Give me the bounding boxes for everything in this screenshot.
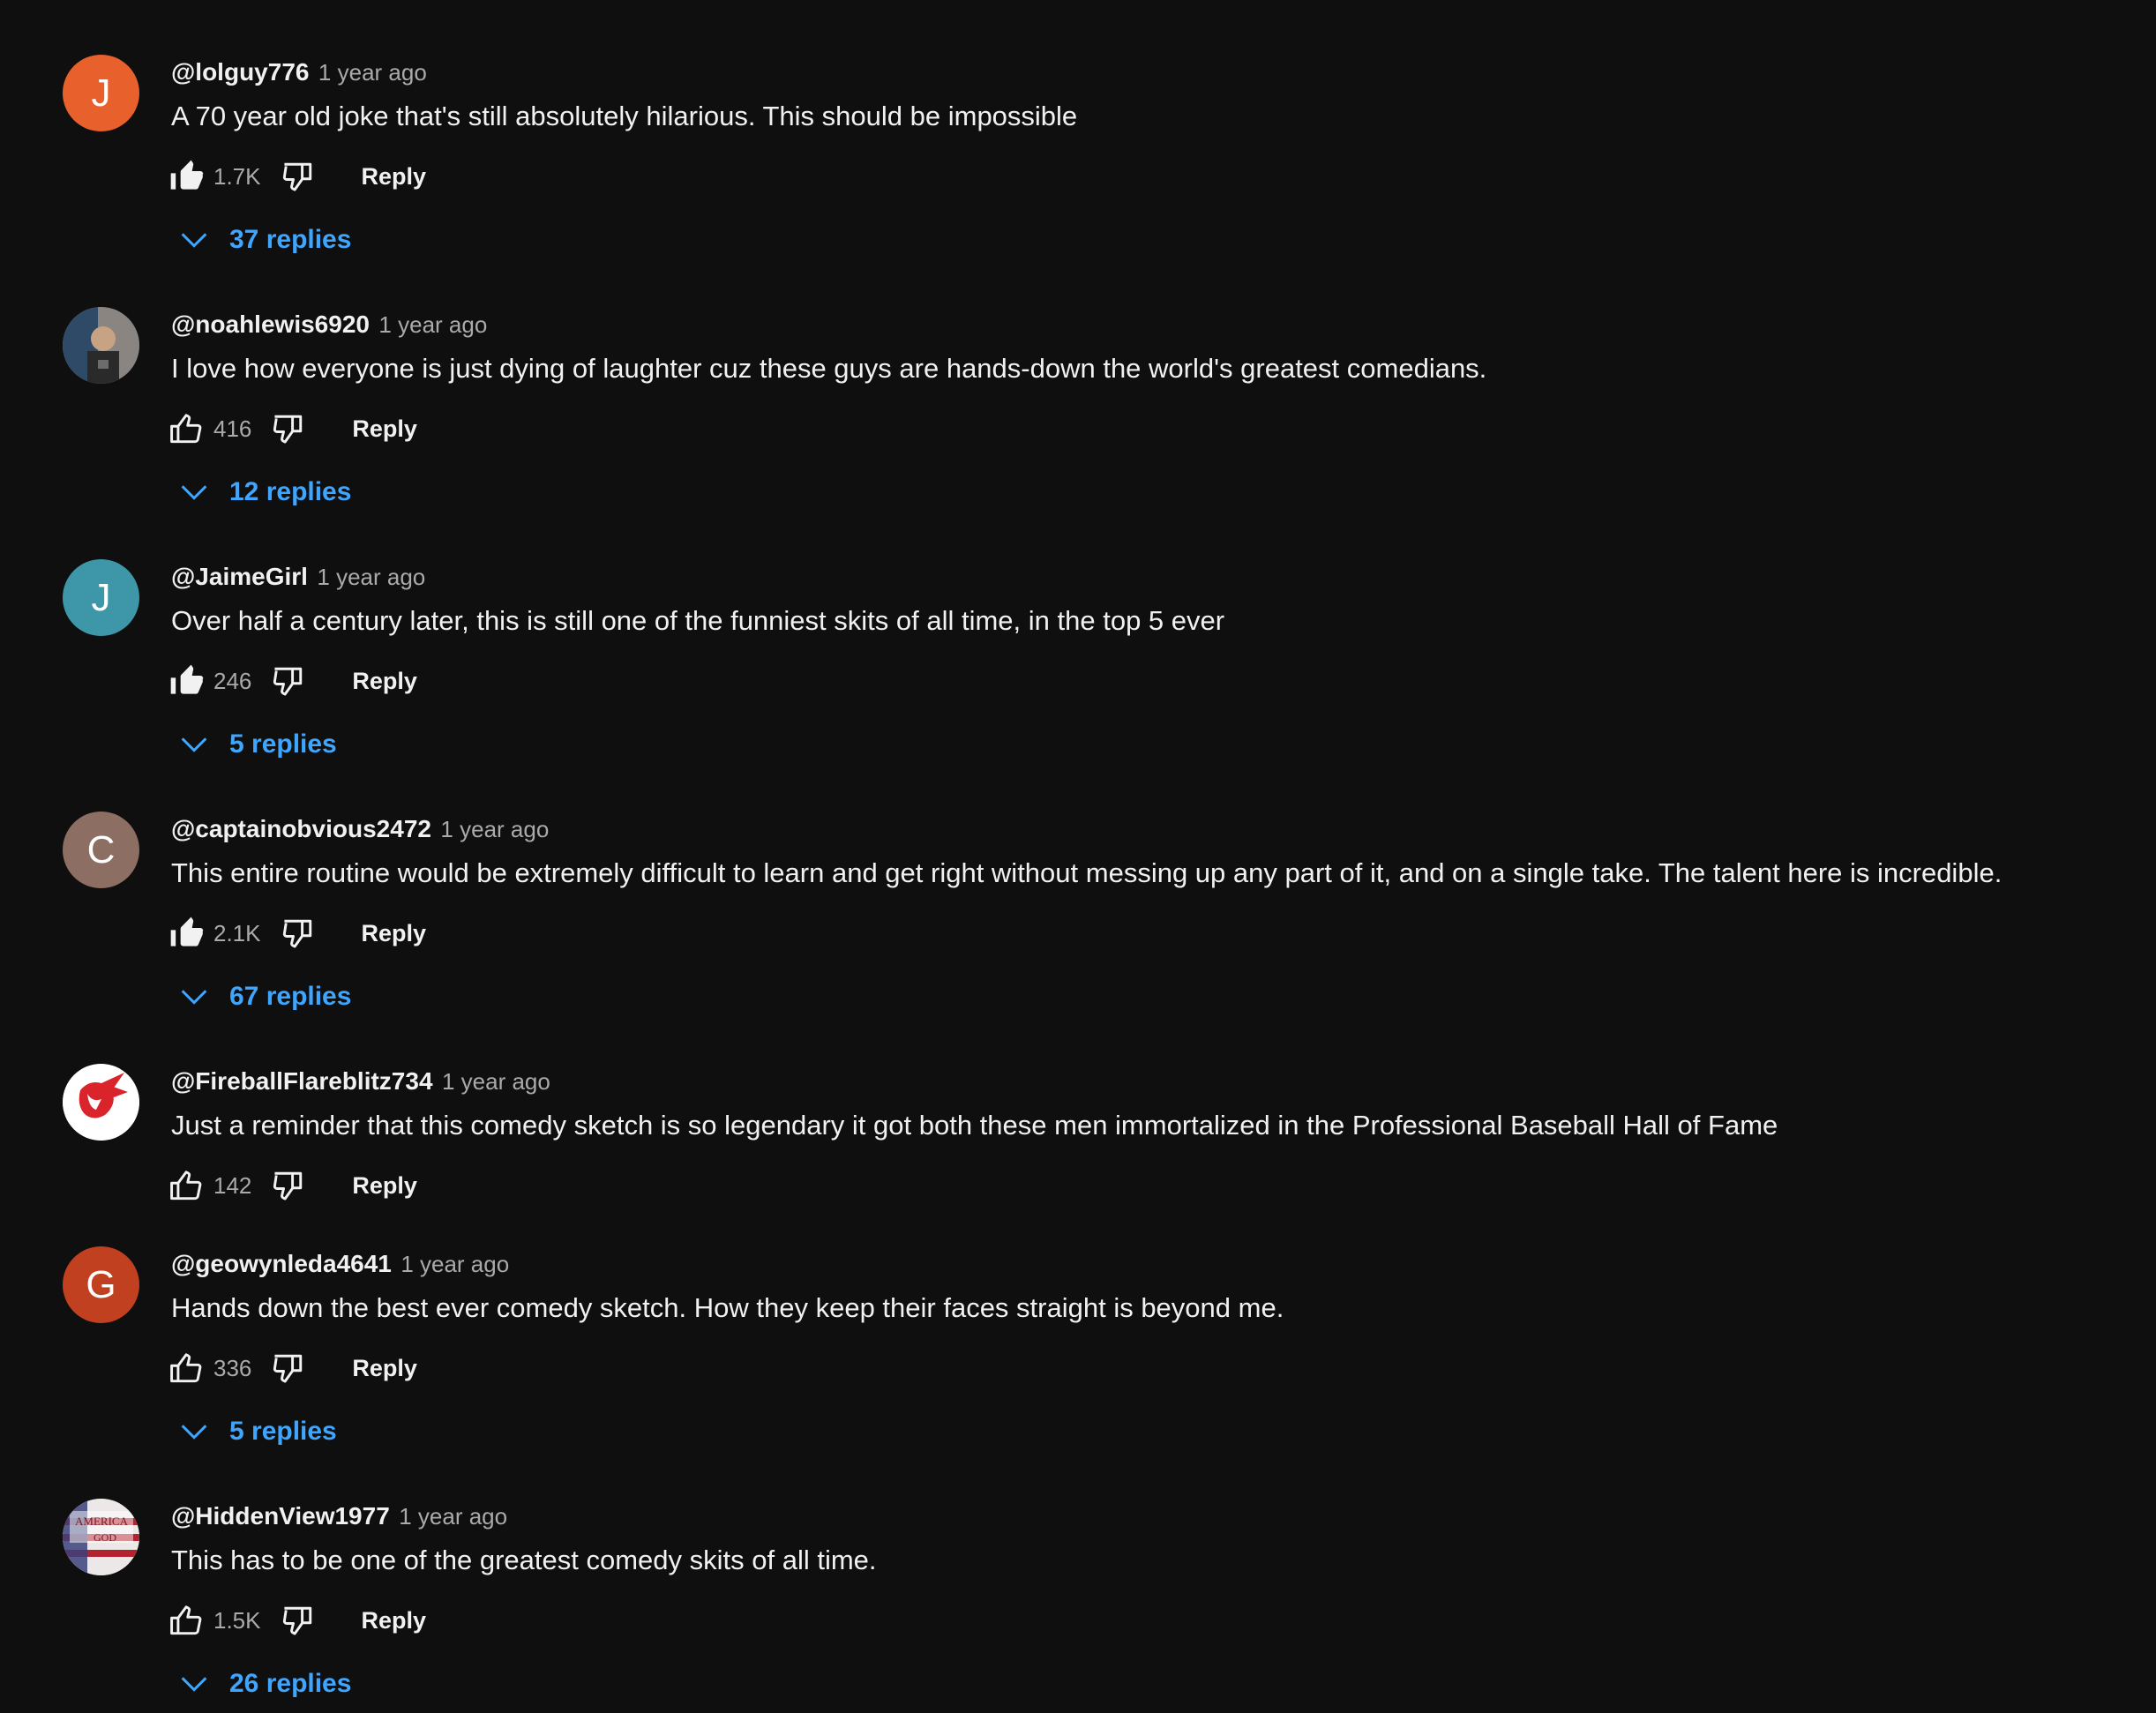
chevron-down-icon xyxy=(176,1414,212,1449)
view-replies-button[interactable]: 37 replies xyxy=(176,218,351,262)
avatar[interactable]: C xyxy=(63,812,139,888)
reply-button[interactable]: Reply xyxy=(362,1607,427,1634)
replies-count-label: 5 replies xyxy=(229,1417,337,1446)
comment-timestamp[interactable]: 1 year ago xyxy=(440,816,549,842)
comment-actions: 336 Reply xyxy=(168,1346,417,1390)
chevron-down-icon xyxy=(176,475,212,510)
like-count: 1.7K xyxy=(213,162,261,190)
avatar[interactable]: AMERICA GOD xyxy=(63,1499,139,1575)
comment-timestamp[interactable]: 1 year ago xyxy=(378,311,487,338)
comment-text: This has to be one of the greatest comed… xyxy=(171,1545,877,1575)
comment-header: @HiddenView1977 1 year ago xyxy=(171,1500,507,1537)
comment-actions: 1.7K Reply xyxy=(168,154,426,198)
comment-header: @FireballFlareblitz734 1 year ago xyxy=(171,1066,550,1102)
replies-count-label: 37 replies xyxy=(229,225,352,254)
like-count: 1.5K xyxy=(213,1606,261,1634)
thumb-down-icon[interactable] xyxy=(279,914,318,953)
comment-text: Over half a century later, this is still… xyxy=(171,605,1225,636)
avatar[interactable]: G xyxy=(63,1246,139,1323)
comment-actions: 142 Reply xyxy=(168,1163,417,1208)
comment-header: @noahlewis6920 1 year ago xyxy=(171,309,487,345)
reply-button[interactable]: Reply xyxy=(362,163,427,191)
comment-text: Just a reminder that this comedy sketch … xyxy=(171,1110,1778,1141)
comment-actions: 1.5K Reply xyxy=(168,1598,426,1642)
view-replies-button[interactable]: 26 replies xyxy=(176,1662,351,1706)
reply-button[interactable]: Reply xyxy=(352,668,417,695)
thumb-up-icon[interactable] xyxy=(168,157,206,196)
view-replies-button[interactable]: 5 replies xyxy=(176,722,337,767)
thumb-down-icon[interactable] xyxy=(279,1601,318,1640)
thumb-down-icon[interactable] xyxy=(279,157,318,196)
comment-timestamp[interactable]: 1 year ago xyxy=(317,564,425,590)
author-name[interactable]: @FireballFlareblitz734 xyxy=(171,1067,433,1095)
like-count: 2.1K xyxy=(213,919,261,946)
like-count: 416 xyxy=(213,415,252,442)
comment-timestamp[interactable]: 1 year ago xyxy=(318,59,427,86)
reply-button[interactable]: Reply xyxy=(352,1355,417,1382)
thumb-up-icon[interactable] xyxy=(168,662,206,700)
view-replies-button[interactable]: 67 replies xyxy=(176,975,351,1019)
thumb-down-icon[interactable] xyxy=(269,1166,308,1205)
reply-button[interactable]: Reply xyxy=(352,415,417,443)
comment-header: @JaimeGirl 1 year ago xyxy=(171,561,425,597)
chevron-down-icon xyxy=(176,1666,212,1702)
comment-actions: 2.1K Reply xyxy=(168,911,426,955)
svg-text:GOD: GOD xyxy=(94,1531,116,1544)
comments-list: J @lolguy776 1 year ago A 70 year old jo… xyxy=(0,0,2156,1713)
chevron-down-icon xyxy=(176,979,212,1014)
like-count: 246 xyxy=(213,667,252,694)
thumb-up-icon[interactable] xyxy=(168,409,206,448)
comment-header: @captainobvious2472 1 year ago xyxy=(171,813,549,849)
svg-text:AMERICA: AMERICA xyxy=(75,1515,129,1528)
like-count: 142 xyxy=(213,1171,252,1199)
author-name[interactable]: @HiddenView1977 xyxy=(171,1502,390,1530)
thumb-down-icon[interactable] xyxy=(269,662,308,700)
comment-text: A 70 year old joke that's still absolute… xyxy=(171,101,1078,131)
thumb-down-icon[interactable] xyxy=(269,1349,308,1388)
thumb-down-icon[interactable] xyxy=(269,409,308,448)
view-replies-button[interactable]: 12 replies xyxy=(176,470,351,514)
author-name[interactable]: @JaimeGirl xyxy=(171,563,308,590)
author-name[interactable]: @noahlewis6920 xyxy=(171,310,370,338)
comment-text: This entire routine would be extremely d… xyxy=(171,857,2003,888)
chevron-down-icon xyxy=(176,727,212,762)
replies-count-label: 5 replies xyxy=(229,729,337,759)
comment-header: @lolguy776 1 year ago xyxy=(171,56,427,93)
like-count: 336 xyxy=(213,1354,252,1381)
comment-text: I love how everyone is just dying of lau… xyxy=(171,353,1487,384)
avatar[interactable]: J xyxy=(63,559,139,636)
view-replies-button[interactable]: 5 replies xyxy=(176,1410,337,1454)
comment-actions: 416 Reply xyxy=(168,407,417,451)
comment-timestamp[interactable]: 1 year ago xyxy=(401,1251,509,1277)
comment-timestamp[interactable]: 1 year ago xyxy=(442,1068,550,1095)
thumb-up-icon[interactable] xyxy=(168,1166,206,1205)
comment-timestamp[interactable]: 1 year ago xyxy=(399,1503,507,1530)
thumb-up-icon[interactable] xyxy=(168,914,206,953)
reply-button[interactable]: Reply xyxy=(352,1172,417,1200)
replies-count-label: 26 replies xyxy=(229,1669,352,1698)
author-name[interactable]: @geowynleda4641 xyxy=(171,1250,392,1277)
replies-count-label: 12 replies xyxy=(229,477,352,506)
thumb-up-icon[interactable] xyxy=(168,1349,206,1388)
comment-text: Hands down the best ever comedy sketch. … xyxy=(171,1292,1284,1323)
author-name[interactable]: @captainobvious2472 xyxy=(171,815,431,842)
comment-actions: 246 Reply xyxy=(168,659,417,703)
chevron-down-icon xyxy=(176,222,212,258)
replies-count-label: 67 replies xyxy=(229,982,352,1011)
comment-header: @geowynleda4641 1 year ago xyxy=(171,1248,509,1284)
avatar[interactable] xyxy=(63,1064,139,1141)
avatar[interactable] xyxy=(63,307,139,384)
avatar[interactable]: J xyxy=(63,55,139,131)
author-name[interactable]: @lolguy776 xyxy=(171,58,309,86)
thumb-up-icon[interactable] xyxy=(168,1601,206,1640)
reply-button[interactable]: Reply xyxy=(362,920,427,947)
